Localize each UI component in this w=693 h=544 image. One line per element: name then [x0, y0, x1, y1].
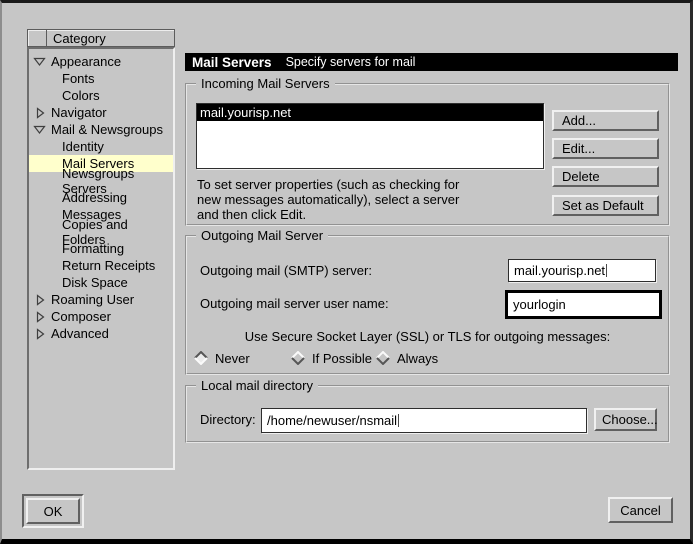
tree-item-label: Return Receipts: [62, 258, 155, 273]
tree-item-appearance[interactable]: Appearance: [29, 53, 173, 70]
ssl-radio-never[interactable]: Never: [194, 349, 250, 367]
tree-item-label: Appearance: [51, 54, 121, 69]
directory-input[interactable]: /home/newuser/nsmail: [261, 408, 587, 433]
smtp-username-value: yourlogin: [513, 297, 566, 312]
tree-item-label: Disk Space: [62, 275, 128, 290]
local-mail-directory-group: Local mail directory Directory: /home/ne…: [185, 385, 670, 443]
category-tree-header: Category: [27, 29, 175, 47]
radio-label: Always: [397, 351, 438, 366]
radio-selected-icon: [194, 351, 208, 365]
incoming-mail-servers-group: Incoming Mail Servers mail.yourisp.net T…: [185, 83, 670, 226]
outgoing-group-title: Outgoing Mail Server: [196, 228, 328, 243]
page-header-bar: Mail Servers Specify servers for mail: [185, 53, 678, 71]
add-button[interactable]: Add...: [552, 110, 659, 131]
text-caret: [606, 264, 607, 277]
category-tree: Appearance Fonts Colors Navigator Mail &…: [27, 47, 175, 470]
category-header-corner-cell: [28, 30, 47, 46]
help-line: To set server properties (such as checki…: [197, 177, 459, 192]
outgoing-mail-server-group: Outgoing Mail Server Outgoing mail (SMTP…: [185, 235, 670, 375]
tree-item-label: Roaming User: [51, 292, 134, 307]
cancel-button[interactable]: Cancel: [608, 497, 673, 523]
tree-item-label: Fonts: [62, 71, 95, 86]
smtp-server-label: Outgoing mail (SMTP) server:: [200, 263, 372, 278]
tree-item-identity[interactable]: Identity: [29, 138, 173, 155]
tree-item-composer[interactable]: Composer: [29, 308, 173, 325]
tree-item-label: Navigator: [51, 105, 107, 120]
smtp-username-input[interactable]: yourlogin: [505, 290, 662, 319]
server-list-item[interactable]: mail.yourisp.net: [197, 104, 543, 121]
twisty-collapsed-icon[interactable]: [33, 107, 46, 119]
radio-label: Never: [215, 351, 250, 366]
tree-item-label: Composer: [51, 309, 111, 324]
twisty-collapsed-icon[interactable]: [33, 328, 46, 340]
tree-item-label: Mail & Newsgroups: [51, 122, 163, 137]
local-group-title: Local mail directory: [196, 378, 318, 393]
tree-item-fonts[interactable]: Fonts: [29, 70, 173, 87]
incoming-help-text: To set server properties (such as checki…: [197, 177, 459, 222]
smtp-server-input[interactable]: mail.yourisp.net: [508, 259, 656, 282]
tree-item-label: Formatting: [62, 241, 124, 256]
page-title: Mail Servers: [192, 55, 272, 70]
text-caret: [398, 414, 399, 427]
tree-item-newsgroups-servers[interactable]: Newsgroups Servers: [29, 172, 173, 189]
tree-item-disk-space[interactable]: Disk Space: [29, 274, 173, 291]
radio-unselected-icon: [376, 351, 390, 365]
twisty-collapsed-icon[interactable]: [33, 311, 46, 323]
incoming-group-title: Incoming Mail Servers: [196, 76, 335, 91]
ok-default-button-frame: OK: [22, 494, 84, 528]
tree-item-mail-newsgroups[interactable]: Mail & Newsgroups: [29, 121, 173, 138]
tree-item-label: Colors: [62, 88, 100, 103]
smtp-username-label: Outgoing mail server user name:: [200, 296, 389, 311]
ssl-radio-if-possible[interactable]: If Possible: [291, 349, 372, 367]
tree-item-colors[interactable]: Colors: [29, 87, 173, 104]
directory-value: /home/newuser/nsmail: [267, 413, 397, 428]
tree-item-label: Addressing: [62, 190, 127, 205]
directory-label: Directory:: [200, 412, 256, 427]
tree-item-copies-and-folders[interactable]: Copies and Folders: [29, 223, 173, 240]
page-subtitle: Specify servers for mail: [286, 55, 416, 69]
ssl-tls-label: Use Secure Socket Layer (SSL) or TLS for…: [187, 329, 668, 344]
mail-servers-preferences-dialog: Category Appearance Fonts Colors Navigat…: [0, 0, 693, 544]
ssl-radio-always[interactable]: Always: [376, 349, 438, 367]
radio-unselected-icon: [291, 351, 305, 365]
delete-button[interactable]: Delete: [552, 166, 659, 187]
choose-button[interactable]: Choose...: [594, 408, 657, 431]
tree-item-roaming-user[interactable]: Roaming User: [29, 291, 173, 308]
tree-item-return-receipts[interactable]: Return Receipts: [29, 257, 173, 274]
tree-item-label: Identity: [62, 139, 104, 154]
radio-label: If Possible: [312, 351, 372, 366]
tree-item-advanced[interactable]: Advanced: [29, 325, 173, 342]
smtp-server-value: mail.yourisp.net: [514, 263, 605, 278]
ok-button[interactable]: OK: [26, 498, 80, 524]
incoming-servers-list[interactable]: mail.yourisp.net: [196, 103, 544, 169]
twisty-expanded-icon[interactable]: [33, 56, 46, 67]
set-as-default-button[interactable]: Set as Default: [552, 195, 659, 216]
category-header-label: Category: [47, 31, 106, 46]
tree-item-label: Advanced: [51, 326, 109, 341]
tree-item-navigator[interactable]: Navigator: [29, 104, 173, 121]
twisty-expanded-icon[interactable]: [33, 124, 46, 135]
help-line: new messages automatically), select a se…: [197, 192, 459, 207]
edit-button[interactable]: Edit...: [552, 138, 659, 159]
help-line: and then click Edit.: [197, 207, 459, 222]
twisty-collapsed-icon[interactable]: [33, 294, 46, 306]
